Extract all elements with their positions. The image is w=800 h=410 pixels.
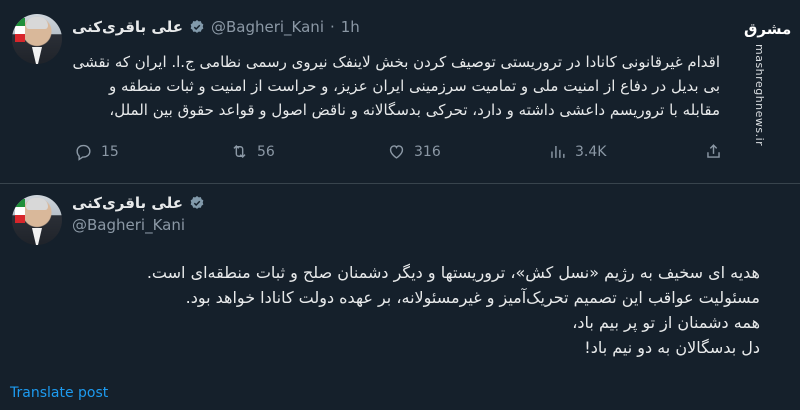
tweet-header: علی باقری‌کنی @Bagheri_Kani · 1h <box>72 14 360 40</box>
like-button[interactable]: 316 <box>387 142 441 161</box>
verified-badge-icon[interactable] <box>189 195 205 211</box>
share-button[interactable] <box>704 142 723 161</box>
author-name[interactable]: علی باقری‌کنی <box>72 194 183 212</box>
tweet-1[interactable]: علی باقری‌کنی @Bagheri_Kani · 1h اقدام غ… <box>0 0 800 184</box>
site-logo: مشرق <box>744 20 792 38</box>
verified-badge-icon[interactable] <box>189 19 205 35</box>
like-count: 316 <box>414 143 441 160</box>
reply-icon <box>76 144 91 161</box>
views-count: 3.4K <box>575 143 607 160</box>
post-time[interactable]: 1h <box>341 18 360 36</box>
author-handle[interactable]: @Bagheri_Kani <box>211 18 324 36</box>
author-name[interactable]: علی باقری‌کنی <box>72 18 183 36</box>
logo-mark: مشرق <box>744 20 792 38</box>
iran-flag <box>15 199 25 223</box>
views-button[interactable]: 3.4K <box>548 142 606 161</box>
avatar[interactable] <box>12 195 62 245</box>
author-handle[interactable]: @Bagheri_Kani <box>72 214 205 236</box>
tweet-line: همه دشمنان از تو پر بیم باد، <box>572 313 760 332</box>
avatar-shirt <box>32 228 42 245</box>
avatar-shirt <box>32 47 42 64</box>
separator-dot: · <box>329 18 335 36</box>
tweet-2[interactable]: علی باقری‌کنی @Bagheri_Kani هدیه ای سخیف… <box>0 184 800 410</box>
avatar-hair <box>26 198 48 210</box>
tweet-header: علی باقری‌کنی @Bagheri_Kani <box>72 192 205 236</box>
reply-button[interactable]: 15 <box>74 142 119 161</box>
avatar[interactable] <box>12 14 62 64</box>
retweet-count: 56 <box>257 143 275 160</box>
action-bar: 15 56 316 3.4K <box>72 142 772 166</box>
site-url-watermark: mashreghnews.ir <box>753 44 766 147</box>
iran-flag <box>15 18 25 42</box>
reply-count: 15 <box>101 143 119 160</box>
share-icon <box>707 144 720 158</box>
tweet-text: هدیه ای سخیف به رژیم «نسل کش»، تروریستها… <box>60 260 760 360</box>
avatar-hair <box>26 17 48 29</box>
translate-post-link[interactable]: Translate post <box>10 385 108 401</box>
retweet-button[interactable]: 56 <box>230 142 275 161</box>
tweet-text: اقدام غیرقانونی کانادا در تروریستی توصیف… <box>72 53 720 119</box>
tweet-line: هدیه ای سخیف به رژیم «نسل کش»، تروریستها… <box>146 263 760 282</box>
like-icon <box>389 145 404 159</box>
retweet-icon <box>233 144 246 159</box>
views-icon <box>551 145 565 158</box>
tweet-line: مسئولیت عواقب این تصمیم تحریک‌آمیز و غیر… <box>185 288 760 307</box>
tweet-line: دل بدسگالان به دو نیم باد! <box>584 338 760 357</box>
